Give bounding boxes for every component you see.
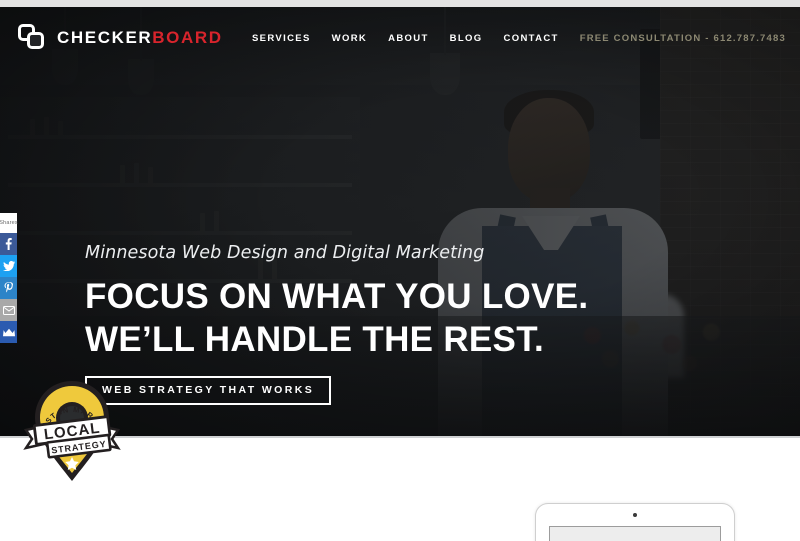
nav-work[interactable]: WORK (332, 33, 367, 44)
logo-wordmark: CHECKERBOARD (57, 28, 223, 48)
crown-icon (2, 328, 15, 336)
share-facebook-button[interactable] (0, 233, 17, 255)
primary-navigation: SERVICES WORK ABOUT BLOG CONTACT FREE CO… (252, 33, 786, 44)
hero-eyebrow: Minnesota Web Design and Digital Marketi… (85, 243, 485, 263)
share-twitter-button[interactable] (0, 255, 17, 277)
nav-blog[interactable]: BLOG (450, 33, 483, 44)
share-more-button[interactable] (0, 321, 17, 343)
pinterest-icon (4, 282, 13, 293)
hero-section: Minnesota Web Design and Digital Marketi… (0, 7, 800, 436)
browser-chrome-strip (0, 0, 800, 7)
share-count-label: Shares (0, 213, 18, 233)
checkerboard-squares-logo-icon (18, 24, 48, 52)
tablet-device-mockup (535, 503, 735, 541)
logo-text-primary: CHECKER (57, 28, 153, 47)
facebook-icon (5, 238, 12, 250)
tablet-screen (549, 526, 721, 541)
social-share-rail: Shares (0, 213, 18, 343)
share-pinterest-button[interactable] (0, 277, 17, 299)
site-header: CHECKERBOARD SERVICES WORK ABOUT BLOG CO… (0, 7, 800, 69)
hero-copy-block: Minnesota Web Design and Digital Marketi… (85, 243, 589, 406)
site-logo[interactable]: CHECKERBOARD (18, 24, 223, 52)
nav-contact[interactable]: CONTACT (504, 33, 559, 44)
nav-free-consultation-phone[interactable]: FREE CONSULTATION - 612.787.7483 (580, 33, 786, 44)
share-email-button[interactable] (0, 299, 17, 321)
best-in-market-local-strategy-badge: BEST IN MARKET LOCAL STRATEGY (22, 378, 122, 484)
envelope-icon (2, 305, 15, 315)
tablet-camera-dot (633, 513, 637, 517)
twitter-bird-icon (2, 261, 15, 271)
nav-services[interactable]: SERVICES (252, 33, 311, 44)
hero-headline-line-2: WE’LL HANDLE THE REST. (85, 320, 545, 360)
nav-about[interactable]: ABOUT (388, 33, 429, 44)
page-root: Minnesota Web Design and Digital Marketi… (0, 0, 800, 541)
hero-headline-line-1: FOCUS ON WHAT YOU LOVE. (85, 277, 589, 316)
logo-text-accent: BOARD (152, 28, 223, 47)
